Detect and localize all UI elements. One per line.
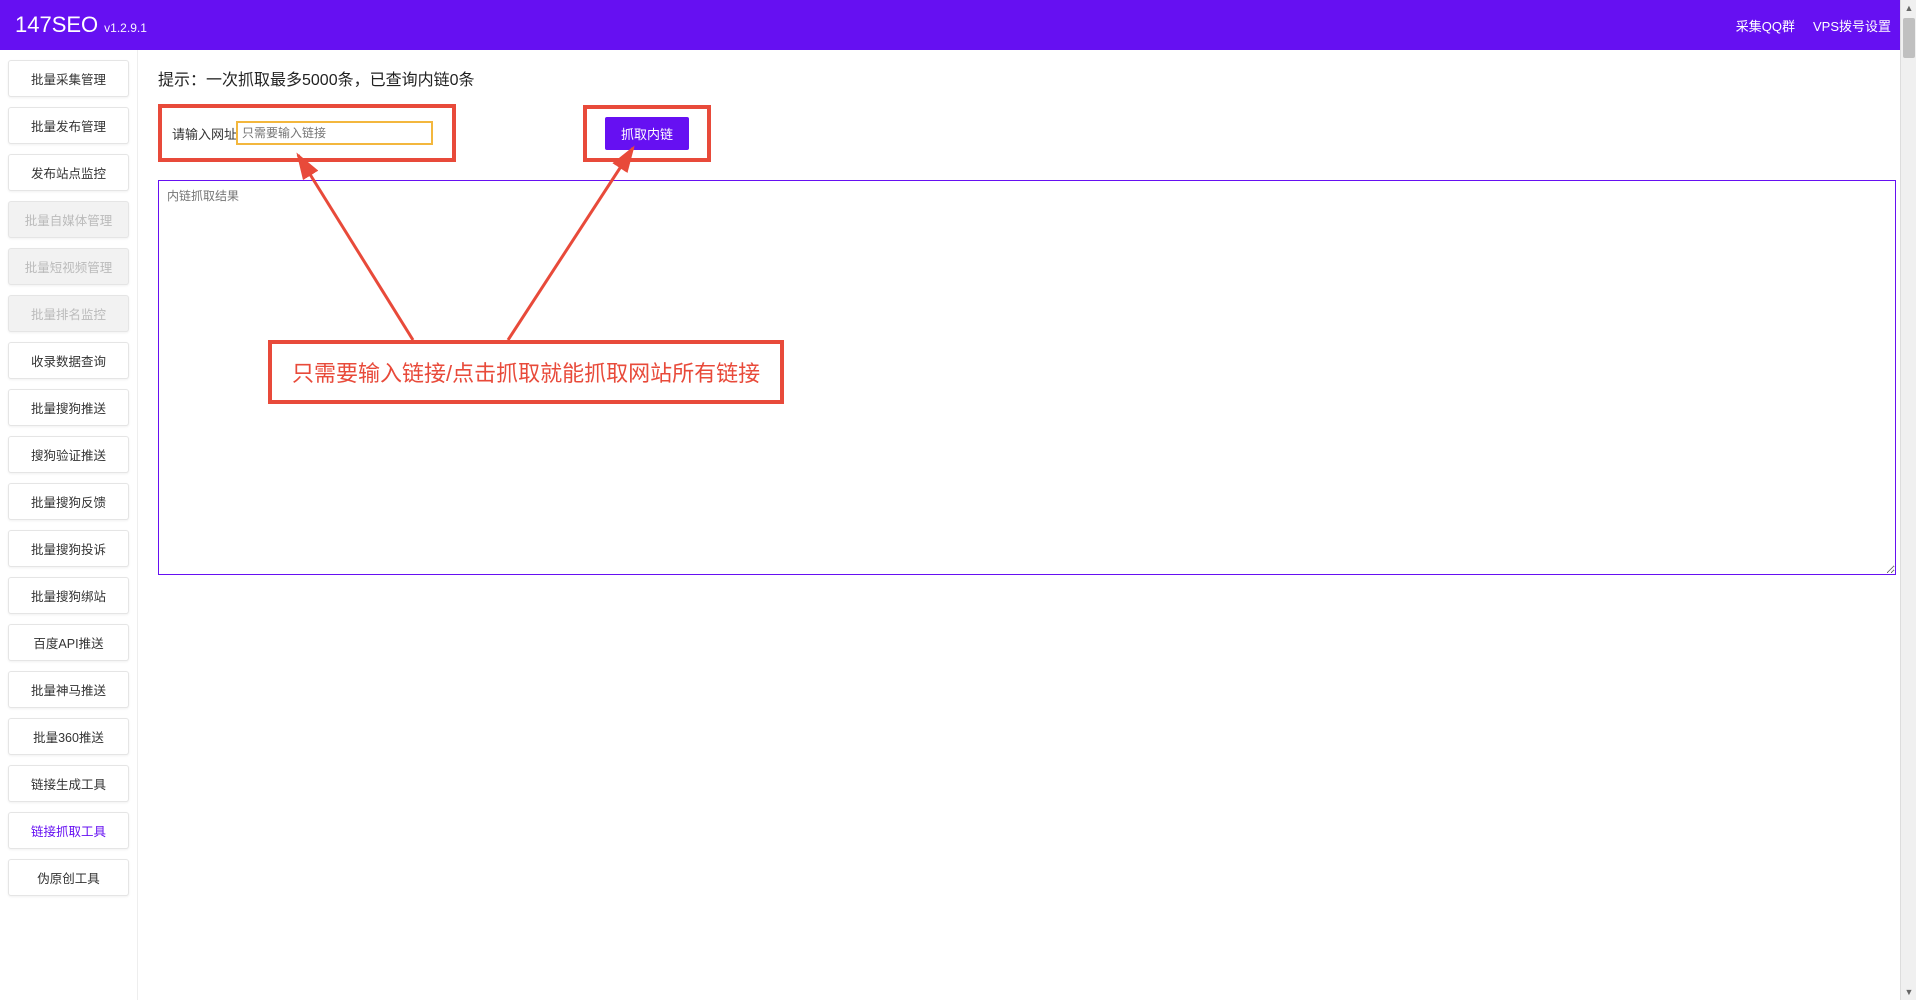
browser-scrollbar[interactable]: ▲ ▼ xyxy=(1900,0,1916,1000)
scroll-thumb[interactable] xyxy=(1903,18,1915,58)
scroll-down-icon[interactable]: ▼ xyxy=(1901,984,1916,1000)
sidebar-item-collect-manage[interactable]: 批量采集管理 xyxy=(8,60,129,97)
sidebar-item-publish-manage[interactable]: 批量发布管理 xyxy=(8,107,129,144)
sidebar-item-sogou-push[interactable]: 批量搜狗推送 xyxy=(8,389,129,426)
url-input[interactable] xyxy=(237,122,432,144)
link-qq-group[interactable]: 采集QQ群 xyxy=(1736,16,1795,35)
url-input-label: 请输入网址 xyxy=(172,124,237,143)
input-highlight-box: 请输入网址 xyxy=(158,104,456,162)
sidebar-item-sogou-verify[interactable]: 搜狗验证推送 xyxy=(8,436,129,473)
sidebar-item-shenma-push[interactable]: 批量神马推送 xyxy=(8,671,129,708)
form-row: 请输入网址 抓取内链 xyxy=(158,104,1896,162)
button-highlight-box: 抓取内链 xyxy=(583,105,711,162)
sidebar-item-rewrite-tool[interactable]: 伪原创工具 xyxy=(8,859,129,896)
sidebar-item-link-gen[interactable]: 链接生成工具 xyxy=(8,765,129,802)
sidebar-item-site-monitor[interactable]: 发布站点监控 xyxy=(8,154,129,191)
sidebar: 批量采集管理 批量发布管理 发布站点监控 批量自媒体管理 批量短视频管理 批量排… xyxy=(0,50,138,1000)
main-content: 提示：一次抓取最多5000条，已查询内链0条 请输入网址 抓取内链 只需要输入链… xyxy=(138,50,1916,1000)
annotation-callout: 只需要输入链接/点击抓取就能抓取网站所有链接 xyxy=(268,340,784,404)
sidebar-item-link-crawl[interactable]: 链接抓取工具 xyxy=(8,812,129,849)
sidebar-item-video-manage: 批量短视频管理 xyxy=(8,248,129,285)
header-links: 采集QQ群 VPS拨号设置 xyxy=(1736,16,1891,35)
sidebar-item-sogou-complain[interactable]: 批量搜狗投诉 xyxy=(8,530,129,567)
sidebar-item-sogou-bind[interactable]: 批量搜狗绑站 xyxy=(8,577,129,614)
app-version: v1.2.9.1 xyxy=(104,21,147,35)
brand-name: 147SEO xyxy=(15,12,98,38)
scroll-up-icon[interactable]: ▲ xyxy=(1901,0,1916,16)
sidebar-item-media-manage: 批量自媒体管理 xyxy=(8,201,129,238)
sidebar-item-baidu-api[interactable]: 百度API推送 xyxy=(8,624,129,661)
brand-block: 147SEO v1.2.9.1 xyxy=(15,12,147,38)
sidebar-item-rank-monitor: 批量排名监控 xyxy=(8,295,129,332)
crawl-button[interactable]: 抓取内链 xyxy=(605,117,689,150)
link-vps-settings[interactable]: VPS拨号设置 xyxy=(1813,16,1891,35)
app-header: 147SEO v1.2.9.1 采集QQ群 VPS拨号设置 xyxy=(0,0,1916,50)
sidebar-item-sogou-feedback[interactable]: 批量搜狗反馈 xyxy=(8,483,129,520)
sidebar-item-index-query[interactable]: 收录数据查询 xyxy=(8,342,129,379)
hint-text: 提示：一次抓取最多5000条，已查询内链0条 xyxy=(158,66,1896,90)
sidebar-item-360-push[interactable]: 批量360推送 xyxy=(8,718,129,755)
